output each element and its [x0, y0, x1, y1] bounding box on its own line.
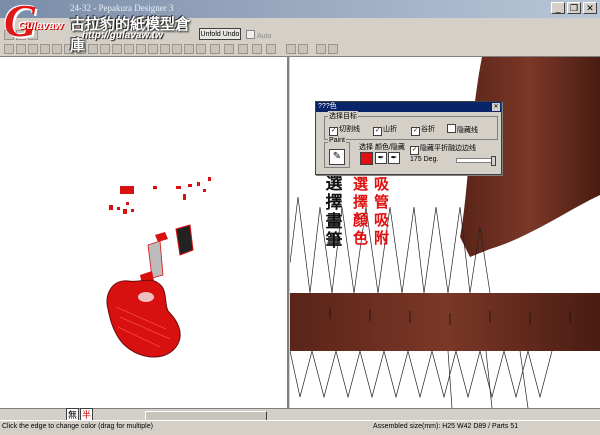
- dialog-title: ???色: [318, 103, 337, 110]
- undo-icon[interactable]: [286, 44, 296, 54]
- wood-strip[interactable]: [290, 293, 600, 351]
- view-tool-icon[interactable]: [266, 44, 276, 54]
- checkbox-valley-fold-label: 谷折: [421, 126, 435, 133]
- view-tool-icon[interactable]: [328, 44, 338, 54]
- window-controls: _ ❐ ✕: [551, 2, 597, 14]
- slider-thumb[interactable]: [491, 156, 496, 166]
- annotation-select-brush: 選擇畫筆: [325, 174, 343, 251]
- eyedropper-icon[interactable]: ✒: [375, 152, 387, 164]
- checkbox-hide-flat-fold[interactable]: ✓ 隐藏平折融边边线: [410, 143, 476, 155]
- check-icon[interactable]: ✓: [373, 127, 382, 136]
- view-tool-icon[interactable]: [252, 44, 262, 54]
- status-assembled-size: Assembled size(mm): H25 W42 D89 / Parts …: [373, 423, 519, 430]
- color-dialog: ???色 ✕ 选择目标 ✓ 切割线 ✓ 山折 ✓ 谷折 隐藏线 Paint ✎ 选择 …: [315, 101, 502, 175]
- auto-label: Auto: [257, 33, 272, 40]
- annotation-eyedropper: 吸管吸附: [373, 175, 389, 247]
- degree-slider[interactable]: [456, 156, 496, 166]
- select-color-hide-label: 选择 颜色/隐藏: [359, 144, 405, 151]
- paint-label: Paint: [328, 137, 346, 144]
- view-tool-icon[interactable]: [238, 44, 248, 54]
- checkbox-mountain-fold[interactable]: ✓ 山折: [373, 124, 397, 136]
- paint-brush-icon[interactable]: ✎: [329, 149, 345, 165]
- close-button[interactable]: ✕: [583, 2, 597, 14]
- redo-icon[interactable]: [298, 44, 308, 54]
- 3d-model-canvas[interactable]: [0, 57, 287, 408]
- annotation-select-color: 選擇顏色: [352, 175, 368, 247]
- unfold-undo-button[interactable]: Unfold Undo: [199, 28, 241, 40]
- eyedropper-hide-icon[interactable]: ✒: [388, 152, 400, 164]
- view-tool-icon[interactable]: [316, 44, 326, 54]
- view-tool-icon[interactable]: [210, 44, 220, 54]
- auto-checkbox[interactable]: Auto: [246, 30, 271, 40]
- status-bar: Click the edge to change color (drag for…: [0, 420, 600, 435]
- check-icon[interactable]: ✓: [411, 127, 420, 136]
- degree-value: 175 Deg.: [410, 156, 439, 163]
- 3d-view-pane[interactable]: [0, 57, 289, 408]
- checkbox-hidden-line[interactable]: 隐藏线: [447, 124, 478, 135]
- view-tool-icon[interactable]: [224, 44, 234, 54]
- checkbox-cut-line[interactable]: ✓ 切割线: [329, 124, 360, 136]
- select-target-group: 选择目标 ✓ 切割线 ✓ 山折 ✓ 谷折 隐藏线: [324, 111, 498, 140]
- logo-url: http://gulavaw.tw: [82, 30, 163, 41]
- red-color-swatch[interactable]: [360, 152, 373, 165]
- auto-checkbox-box[interactable]: [246, 30, 255, 39]
- status-hint: Click the edge to change color (drag for…: [2, 423, 153, 430]
- logo: G Gulavaw 古拉豹的紙模型倉庫 http://gulavaw.tw: [0, 0, 200, 56]
- select-target-label: 选择目标: [328, 111, 358, 121]
- restore-button[interactable]: ❐: [567, 2, 581, 14]
- check-icon[interactable]: ✓: [329, 127, 338, 136]
- hide-flat-fold-label: 隐藏平折融边边线: [420, 145, 476, 152]
- checkbox-hidden-line-label: 隐藏线: [457, 127, 478, 134]
- checkbox-valley-fold[interactable]: ✓ 谷折: [411, 124, 435, 136]
- paint-group: Paint ✎: [324, 137, 350, 168]
- check-icon[interactable]: ✓: [410, 146, 419, 155]
- guitar-body: [106, 279, 181, 358]
- dialog-close-button[interactable]: ✕: [492, 103, 500, 111]
- checkbox-mountain-fold-label: 山折: [383, 126, 397, 133]
- checkbox-cut-line-label: 切割线: [339, 126, 360, 133]
- logo-subtitle: Gulavaw: [18, 20, 64, 32]
- checkbox-box[interactable]: [447, 124, 456, 133]
- model-fragments: [109, 177, 211, 214]
- minimize-button[interactable]: _: [551, 2, 565, 14]
